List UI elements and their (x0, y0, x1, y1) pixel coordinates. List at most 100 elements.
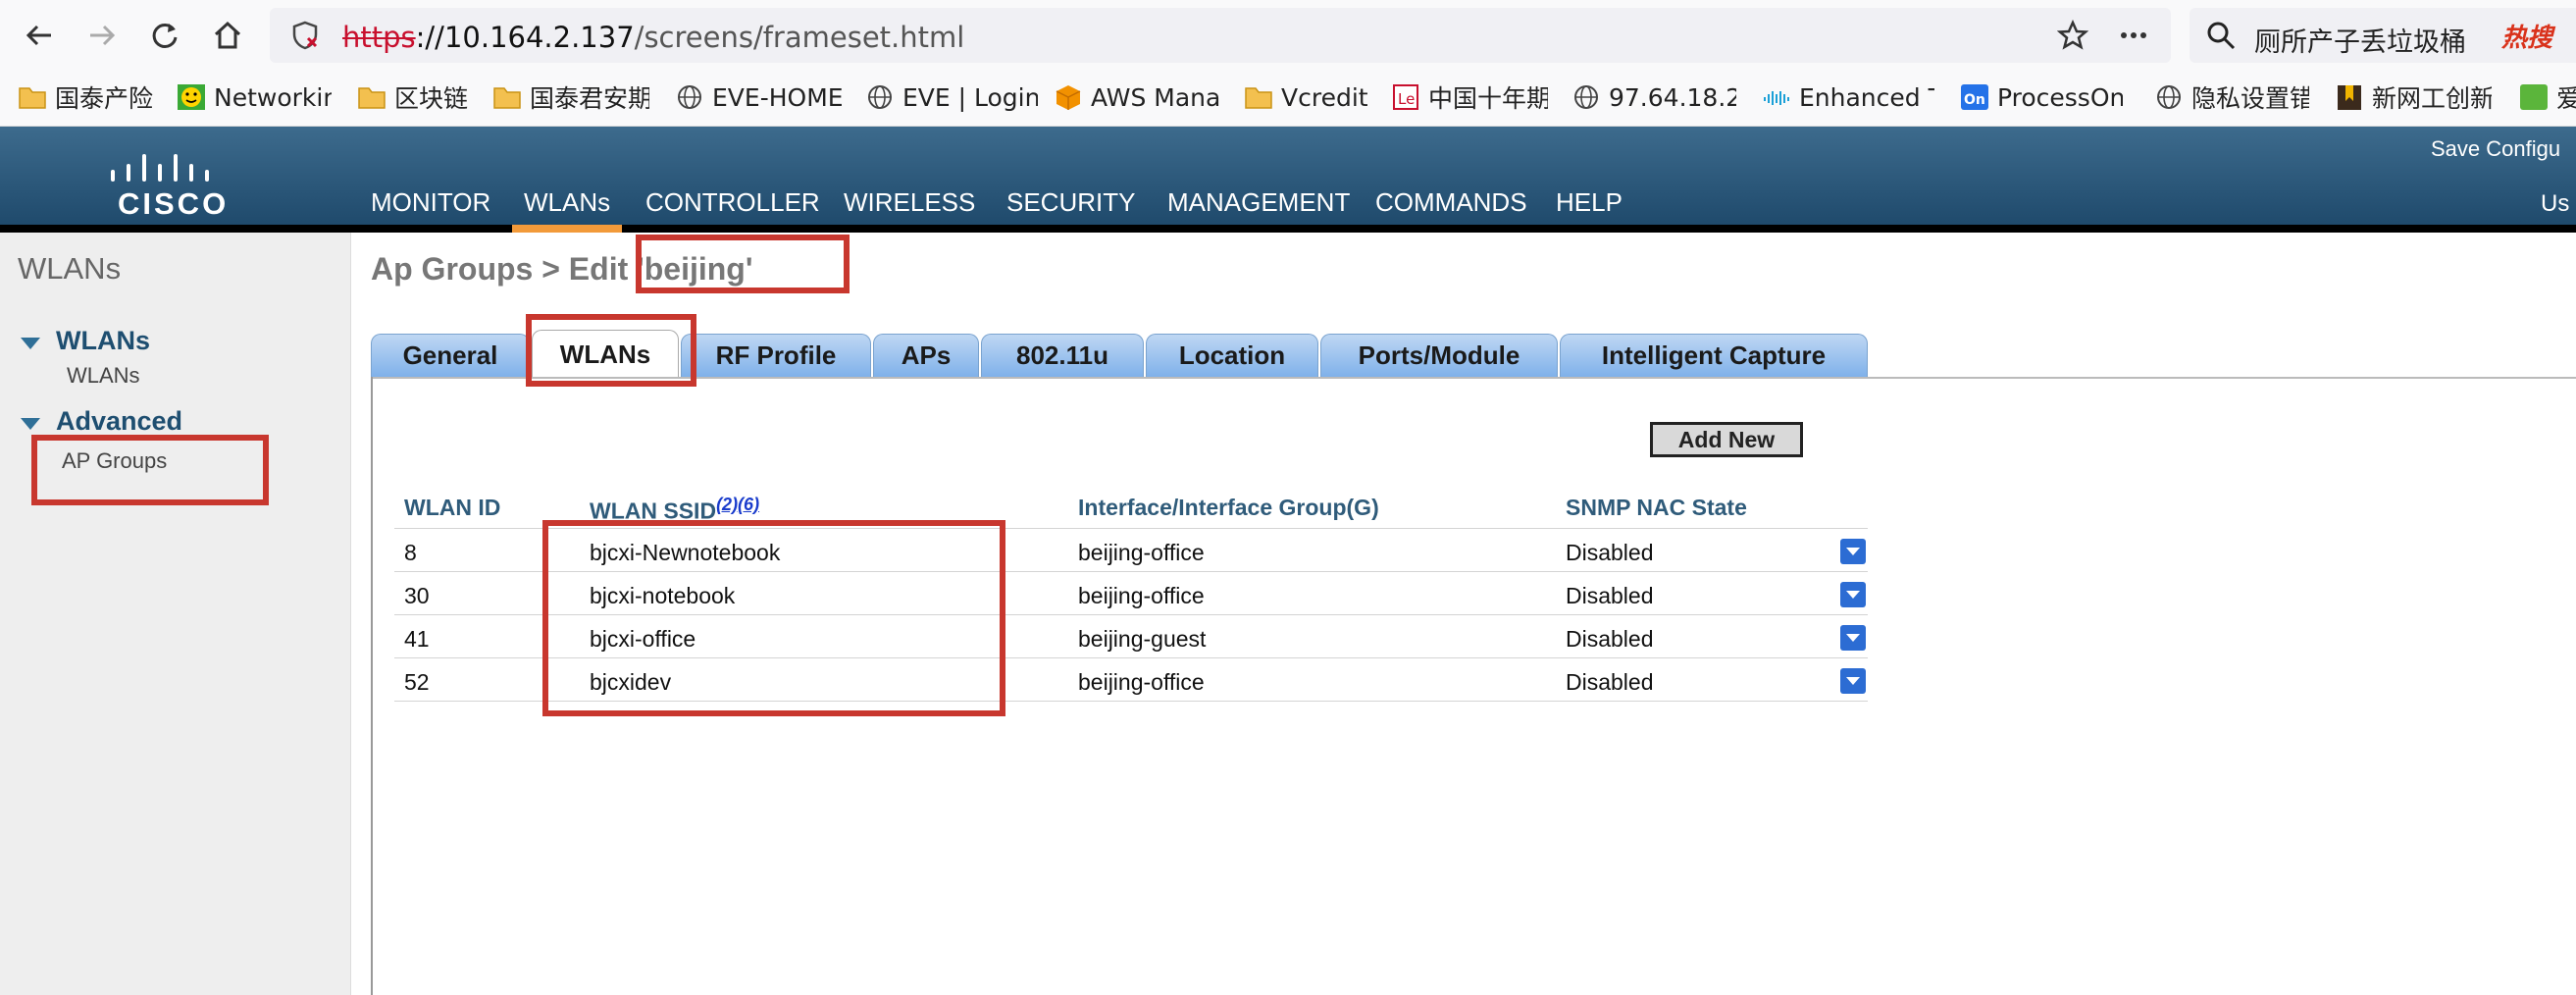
browser-toolbar: https://10.164.2.137/screens/frameset.ht… (0, 0, 2576, 71)
url-protocol: https (342, 21, 416, 54)
bookmark-item[interactable]: 97.64.18.21 (1571, 80, 1736, 114)
aws-box-icon (1056, 85, 1081, 110)
cisco-brand-text: CISCO (118, 186, 230, 221)
bookmark-item[interactable]: 新网工创新 (2335, 80, 2492, 114)
cisco-icon (1764, 91, 1789, 105)
column-header-wlan-id: WLAN ID (404, 495, 501, 520)
cell-interface: beijing-office (1078, 583, 1205, 608)
tab-aps[interactable]: APs (873, 334, 979, 377)
bookmark-item[interactable]: 爱 (2519, 80, 2576, 114)
highlight-box-wlans-tab (526, 314, 696, 387)
bookmark-label: EVE-HOME (712, 82, 844, 112)
left-sidebar (0, 233, 351, 995)
menu-wireless[interactable]: WIRELESS (844, 187, 975, 218)
bookmarks-bar: 国泰产险 Networkin 区块链 国泰君安期 EVE-HOME EVE | … (0, 71, 2576, 127)
cell-wlan-id: 41 (404, 626, 430, 652)
bookmark-label: Vcredit (1281, 82, 1368, 112)
column-header-interface: Interface/Interface Group(G) (1078, 495, 1379, 520)
menu-commands[interactable]: COMMANDS (1375, 187, 1527, 218)
highlight-box-group-name (636, 235, 850, 293)
svg-text:Le: Le (1398, 90, 1415, 108)
more-options-icon[interactable] (2118, 20, 2149, 55)
tab-location[interactable]: Location (1146, 334, 1318, 377)
svg-text:On: On (1964, 92, 1985, 108)
url-path: /screens/frameset.html (634, 21, 965, 54)
tab-general[interactable]: General (371, 334, 530, 377)
cell-snmp-nac: Disabled (1566, 540, 1654, 565)
bookmark-label: 区块链 (394, 84, 469, 113)
expand-caret-icon[interactable] (21, 418, 40, 430)
smiley-icon (178, 84, 205, 110)
folder-icon (1245, 87, 1272, 109)
search-suggestion-text: 厕所产子丢垃圾桶 (2254, 27, 2466, 58)
menu-help[interactable]: HELP (1556, 187, 1623, 218)
page-title-prefix: Ap Groups > Edit (371, 251, 629, 287)
bookmark-item[interactable]: Le 中国十年期 (1391, 80, 1548, 114)
cell-snmp-nac: Disabled (1566, 583, 1654, 608)
insecure-shield-icon[interactable] (289, 20, 321, 55)
bookmark-label: 国泰产险 (55, 84, 154, 113)
cell-interface: beijing-guest (1078, 626, 1207, 652)
bookmark-label: 97.64.18.21 (1609, 82, 1736, 112)
home-icon[interactable] (206, 14, 249, 57)
bookmark-item[interactable]: On ProcessOn (1960, 80, 2123, 114)
bookmark-item[interactable]: 隐私设置错 (2154, 80, 2309, 114)
app-icon (2520, 84, 2548, 110)
menu-monitor[interactable]: MONITOR (371, 187, 490, 218)
row-dropdown-button[interactable] (1840, 668, 1866, 694)
user-link[interactable]: Us (2541, 190, 2569, 218)
tab-80211u[interactable]: 802.11u (981, 334, 1144, 377)
bookmark-item[interactable]: 区块链 (357, 80, 475, 114)
hot-search-label[interactable]: 热搜 (2501, 18, 2552, 54)
tab-intelligent-capture[interactable]: Intelligent Capture (1560, 334, 1868, 377)
forward-icon[interactable] (80, 14, 124, 57)
bookmark-label: 隐私设置错 (2191, 84, 2309, 113)
bookmark-star-icon[interactable] (2056, 19, 2089, 55)
cell-snmp-nac: Disabled (1566, 669, 1654, 695)
reload-icon[interactable] (143, 14, 186, 57)
bookmark-item[interactable]: Enhanced T (1762, 80, 1934, 114)
cell-wlan-id: 8 (404, 540, 417, 565)
bookmark-item[interactable]: EVE-HOME (675, 80, 850, 114)
url-host: ://10.164.2.137 (415, 21, 635, 54)
save-configuration-link[interactable]: Save Configu (2431, 136, 2560, 162)
bookmark-label: Networkin (214, 82, 332, 112)
bookmark-item[interactable]: AWS Mana (1054, 80, 1222, 114)
bookmark-item[interactable]: Networkin (177, 80, 332, 114)
expand-caret-icon[interactable] (21, 338, 40, 349)
sidebar-section-advanced[interactable]: Advanced (56, 406, 182, 437)
content-border (371, 377, 373, 995)
menu-security[interactable]: SECURITY (1006, 187, 1135, 218)
add-new-button[interactable]: Add New (1650, 422, 1803, 457)
search-icon (2205, 20, 2237, 55)
sidebar-item-wlans[interactable]: WLANs (67, 363, 140, 389)
row-dropdown-button[interactable] (1840, 582, 1866, 607)
globe-icon (868, 85, 892, 109)
folder-icon (358, 87, 386, 109)
highlight-box-ssid-list (542, 520, 1005, 716)
menu-controller[interactable]: CONTROLLER (645, 187, 820, 218)
le-icon: Le (1393, 84, 1418, 110)
cell-wlan-id: 30 (404, 583, 430, 608)
tab-rf-profile[interactable]: RF Profile (681, 334, 871, 377)
cell-wlan-id: 52 (404, 669, 430, 695)
tab-ports-module[interactable]: Ports/Module (1320, 334, 1558, 377)
menu-wlans[interactable]: WLANs (511, 187, 623, 233)
back-icon[interactable] (18, 14, 61, 57)
globe-icon (2157, 85, 2181, 109)
bookmark-item[interactable]: Vcredit (1244, 80, 1381, 114)
sidebar-section-wlans[interactable]: WLANs (56, 326, 150, 356)
bookmark-label: AWS Mana (1091, 82, 1221, 112)
ssid-footnote-link[interactable]: (2)(6) (716, 495, 759, 514)
row-dropdown-button[interactable] (1840, 625, 1866, 651)
address-bar[interactable]: https://10.164.2.137/screens/frameset.ht… (270, 8, 2171, 63)
bookmark-item[interactable]: 国泰产险 (18, 80, 165, 114)
menu-management[interactable]: MANAGEMENT (1167, 187, 1350, 218)
bookmark-item[interactable]: EVE | Login (865, 80, 1038, 114)
bookmark-label: 新网工创新 (2372, 84, 2492, 113)
column-header-snmp-nac: SNMP NAC State (1566, 495, 1747, 520)
row-dropdown-button[interactable] (1840, 539, 1866, 564)
sidebar-title: WLANs (18, 251, 122, 286)
bookmark-item[interactable]: 国泰君安期 (492, 80, 649, 114)
folder-icon (19, 87, 46, 109)
